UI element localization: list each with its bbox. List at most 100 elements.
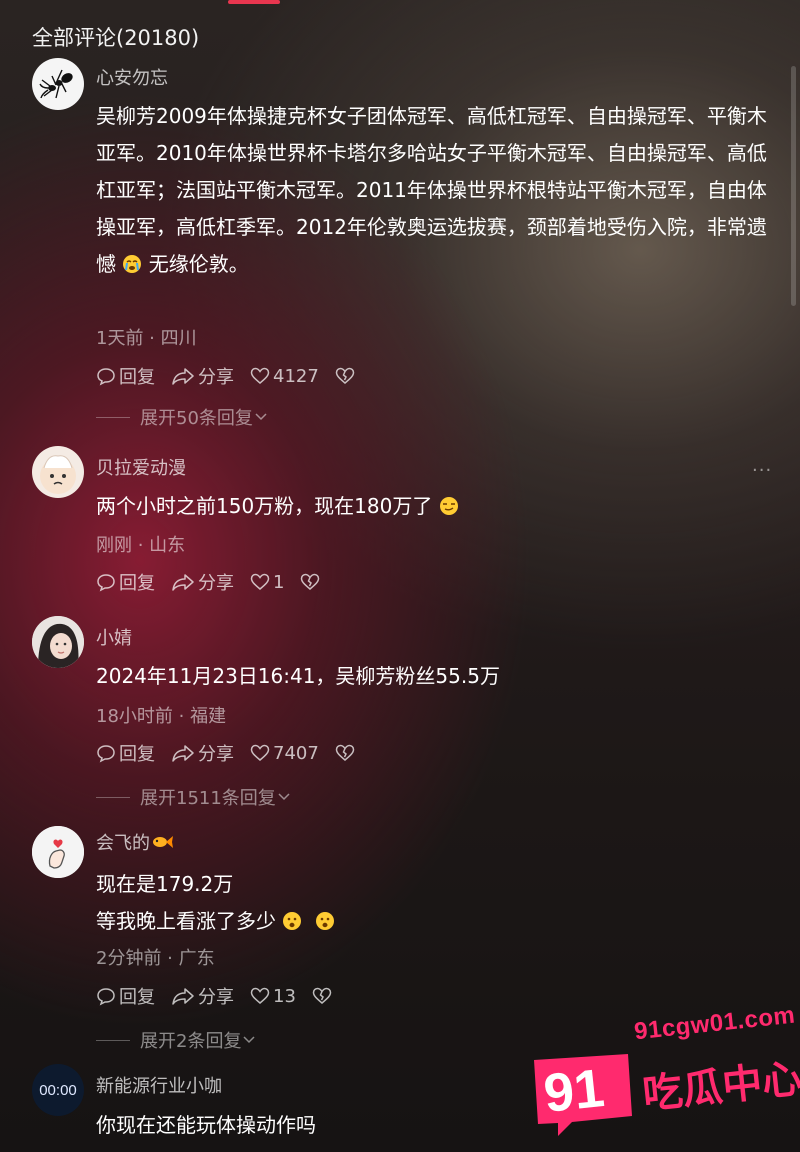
active-tab-indicator [228, 0, 280, 4]
comment-actions: 回复 分享 7407 [96, 741, 371, 765]
reply-icon [97, 574, 115, 592]
chevron-down-icon [278, 793, 290, 801]
cartoon-face-icon [40, 455, 76, 494]
reply-label: 回复 [119, 367, 155, 388]
broken-heart-icon [335, 744, 355, 761]
reply-label: 回复 [119, 987, 155, 1008]
expand-label: 展开50条回复 [140, 408, 253, 429]
avatar[interactable] [32, 58, 84, 110]
comment-text: 2024年11月23日16:41，吴柳芳粉丝55.5万 [96, 664, 500, 688]
like-count: 7407 [273, 742, 319, 764]
reply-label: 回复 [119, 744, 155, 765]
username[interactable]: 贝拉爱动漫 [96, 454, 186, 480]
share-label: 分享 [198, 744, 234, 765]
like-count: 1 [273, 571, 285, 593]
expand-replies[interactable]: 展开1511条回复 [96, 784, 292, 810]
avatar[interactable] [32, 446, 84, 498]
comment-meta: 18小时前 · 福建 [96, 706, 227, 727]
share-label: 分享 [198, 987, 234, 1008]
scrollbar[interactable] [791, 66, 796, 306]
divider [96, 1039, 130, 1041]
heart-icon [250, 987, 270, 1004]
avatar[interactable] [32, 616, 84, 668]
username[interactable]: 小婧 [96, 624, 132, 650]
reply-icon [97, 988, 115, 1006]
avatar[interactable] [32, 826, 84, 878]
comment-actions: 回复 分享 1 [96, 570, 336, 594]
comment-text-main: 两个小时之前150万粉，现在180万了 [96, 494, 433, 518]
dislike-button[interactable] [312, 987, 332, 1005]
comment-meta: 2分钟前 · 广东 [96, 948, 215, 969]
reply-button[interactable]: 回复 [96, 569, 155, 595]
comment-text-line: 现在是179.2万 [96, 872, 234, 896]
reply-icon [97, 745, 115, 763]
watermark-url: 91cgw01.com [632, 1001, 797, 1046]
goldfish-icon [153, 836, 173, 848]
watermark: 91cgw01.com 91 吃瓜中心 [522, 1002, 800, 1148]
like-button[interactable]: 13 [250, 986, 296, 1007]
heart-icon [250, 573, 270, 590]
dislike-button[interactable] [335, 744, 355, 762]
username[interactable]: 新能源行业小咖 [96, 1072, 222, 1098]
share-button[interactable]: 分享 [171, 740, 234, 766]
share-button[interactable]: 分享 [171, 983, 234, 1009]
comment-text-main: 吴柳芳2009年体操捷克杯女子团体冠军、高低杠冠军、自由操冠军、平衡木亚军。20… [96, 104, 767, 276]
chevron-down-icon [243, 1036, 255, 1044]
avatar[interactable]: 00:00 [32, 1064, 84, 1116]
divider [96, 796, 130, 798]
reply-button[interactable]: 回复 [96, 363, 155, 389]
watermark-name: 吃瓜中心 [640, 1055, 800, 1119]
comment-text: 现在是179.2万 等我晚上看涨了多少 [96, 866, 776, 940]
comment-text-main: 等我晚上看涨了多少 [96, 909, 276, 933]
broken-heart-icon [335, 367, 355, 384]
heart-icon [250, 744, 270, 761]
share-label: 分享 [198, 367, 234, 388]
share-button[interactable]: 分享 [171, 569, 234, 595]
more-options-button[interactable]: ··· [752, 460, 772, 481]
reply-button[interactable]: 回复 [96, 740, 155, 766]
dislike-button[interactable] [335, 367, 355, 385]
expand-replies[interactable]: 展开2条回复 [96, 1027, 257, 1053]
surprised-face-icon [316, 912, 335, 930]
like-button[interactable]: 4127 [250, 366, 319, 387]
like-button[interactable]: 1 [250, 572, 284, 593]
comment-meta: 1天前 · 四川 [96, 328, 197, 349]
username-text: 会飞的 [96, 833, 150, 854]
profile-photo-icon [32, 616, 84, 668]
like-count: 13 [273, 985, 296, 1007]
comment-text: 吴柳芳2009年体操捷克杯女子团体冠军、高低杠冠军、自由操冠军、平衡木亚军。20… [96, 98, 776, 283]
crying-face-icon [123, 255, 142, 273]
share-button[interactable]: 分享 [171, 363, 234, 389]
share-icon [172, 368, 194, 385]
expand-label: 展开1511条回复 [140, 788, 276, 809]
watermark-badge-text: 91 [541, 1058, 608, 1124]
comments-header: 全部评论(20180) [32, 26, 200, 50]
broken-heart-icon [312, 987, 332, 1004]
broken-heart-icon [301, 573, 320, 590]
divider [96, 416, 130, 418]
comment-text: 两个小时之前150万粉，现在180万了 [96, 488, 776, 525]
comment-actions: 回复 分享 4127 [96, 364, 371, 388]
share-label: 分享 [198, 573, 234, 594]
reply-icon [97, 368, 115, 386]
finger-heart-icon [32, 826, 84, 878]
comment-text-line: 等我晚上看涨了多少 [96, 903, 776, 940]
smirk-face-icon [439, 497, 458, 515]
avatar-clock-text: 00:00 [39, 1081, 77, 1099]
comment-meta: 刚刚 · 山东 [96, 535, 186, 556]
heart-icon [250, 367, 270, 384]
surprised-face-icon [283, 912, 302, 930]
expand-replies[interactable]: 展开50条回复 [96, 404, 269, 430]
ant-icon [39, 69, 73, 99]
comment-actions: 回复 分享 13 [96, 984, 348, 1008]
expand-label: 展开2条回复 [140, 1031, 242, 1052]
share-icon [172, 745, 194, 762]
comment-text-tail: 无缘伦敦。 [148, 252, 249, 276]
username[interactable]: 心安勿忘 [96, 64, 168, 90]
reply-button[interactable]: 回复 [96, 983, 155, 1009]
like-button[interactable]: 7407 [250, 743, 319, 764]
reply-label: 回复 [119, 573, 155, 594]
username[interactable]: 会飞的 [96, 829, 174, 855]
like-count: 4127 [273, 365, 319, 387]
dislike-button[interactable] [300, 573, 320, 591]
